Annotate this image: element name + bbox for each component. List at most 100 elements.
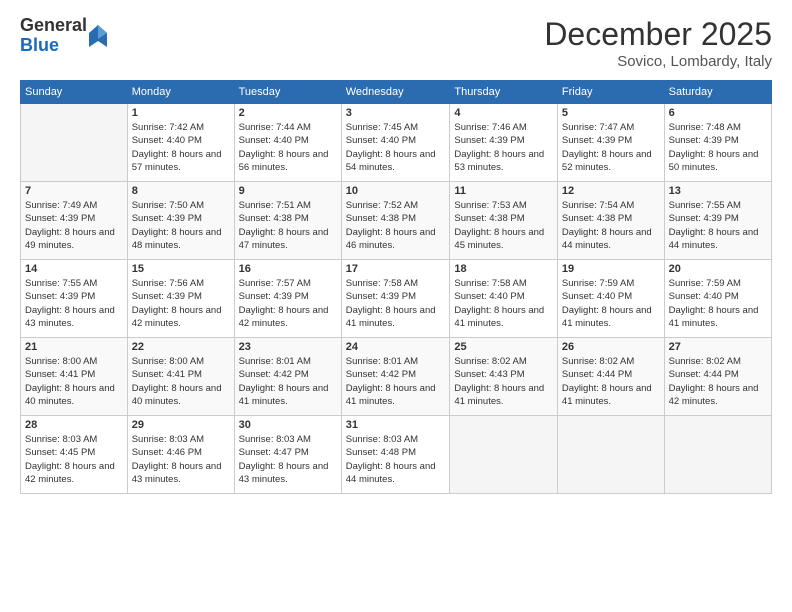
day-number: 23: [239, 341, 337, 353]
calendar-cell: 26Sunrise: 8:02 AMSunset: 4:44 PMDayligh…: [557, 338, 664, 416]
col-sunday: Sunday: [21, 81, 128, 104]
logo: General Blue: [20, 16, 107, 56]
day-info: Sunrise: 7:49 AMSunset: 4:39 PMDaylight:…: [25, 199, 123, 252]
day-number: 10: [346, 185, 446, 197]
day-info: Sunrise: 7:59 AMSunset: 4:40 PMDaylight:…: [562, 277, 660, 330]
day-number: 8: [132, 185, 230, 197]
calendar-cell: 6 Sunrise: 7:48 AMSunset: 4:39 PMDaylight…: [664, 104, 771, 182]
calendar-cell: 11 Sunrise: 7:53 AMSunset: 4:38 PMDayligh…: [450, 182, 558, 260]
calendar-cell: 15 Sunrise: 7:56 AMSunset: 4:39 PMDayligh…: [127, 260, 234, 338]
day-info: Sunrise: 8:03 AMSunset: 4:48 PMDaylight:…: [346, 433, 446, 486]
day-number: 27: [669, 341, 767, 353]
calendar-cell: 9 Sunrise: 7:51 AMSunset: 4:38 PMDaylight…: [234, 182, 341, 260]
calendar-cell: 27Sunrise: 8:02 AMSunset: 4:44 PMDayligh…: [664, 338, 771, 416]
calendar-week-3: 14Sunrise: 7:55 AMSunset: 4:39 PMDayligh…: [21, 260, 772, 338]
day-number: 12: [562, 185, 660, 197]
day-info: Sunrise: 7:51 AMSunset: 4:38 PMDaylight:…: [239, 199, 337, 252]
calendar-cell: [664, 416, 771, 494]
day-number: 9: [239, 185, 337, 197]
day-info: Sunrise: 8:00 AMSunset: 4:41 PMDaylight:…: [25, 355, 123, 408]
calendar-cell: 8 Sunrise: 7:50 AMSunset: 4:39 PMDaylight…: [127, 182, 234, 260]
day-number: 6: [669, 107, 767, 119]
day-info: Sunrise: 7:48 AMSunset: 4:39 PMDaylight:…: [669, 121, 767, 174]
page: General Blue December 2025 Sovico, Lomba…: [0, 0, 792, 612]
header: General Blue December 2025 Sovico, Lomba…: [20, 16, 772, 70]
day-info: Sunrise: 7:56 AMSunset: 4:39 PMDaylight:…: [132, 277, 230, 330]
day-number: 25: [454, 341, 553, 353]
calendar-cell: 31Sunrise: 8:03 AMSunset: 4:48 PMDayligh…: [341, 416, 450, 494]
calendar-cell: 22 Sunrise: 8:00 AMSunset: 4:41 PMDayligh…: [127, 338, 234, 416]
day-number: 16: [239, 263, 337, 275]
calendar-cell: 5Sunrise: 7:47 AMSunset: 4:39 PMDaylight…: [557, 104, 664, 182]
calendar-cell: 14Sunrise: 7:55 AMSunset: 4:39 PMDayligh…: [21, 260, 128, 338]
col-thursday: Thursday: [450, 81, 558, 104]
col-tuesday: Tuesday: [234, 81, 341, 104]
col-wednesday: Wednesday: [341, 81, 450, 104]
calendar-week-1: 1Sunrise: 7:42 AMSunset: 4:40 PMDaylight…: [21, 104, 772, 182]
day-number: 13: [669, 185, 767, 197]
calendar-cell: 19 Sunrise: 7:59 AMSunset: 4:40 PMDayligh…: [557, 260, 664, 338]
day-number: 4: [454, 107, 553, 119]
day-number: 2: [239, 107, 337, 119]
day-number: 18: [454, 263, 553, 275]
day-info: Sunrise: 7:45 AMSunset: 4:40 PMDaylight:…: [346, 121, 446, 174]
calendar-cell: 7 Sunrise: 7:49 AMSunset: 4:39 PMDaylight…: [21, 182, 128, 260]
calendar-cell: 2Sunrise: 7:44 AMSunset: 4:40 PMDaylight…: [234, 104, 341, 182]
day-info: Sunrise: 7:53 AMSunset: 4:38 PMDaylight:…: [454, 199, 553, 252]
day-info: Sunrise: 7:57 AMSunset: 4:39 PMDaylight:…: [239, 277, 337, 330]
calendar-header-row: Sunday Monday Tuesday Wednesday Thursday…: [21, 81, 772, 104]
day-info: Sunrise: 8:02 AMSunset: 4:43 PMDaylight:…: [454, 355, 553, 408]
calendar-cell: 3 Sunrise: 7:45 AMSunset: 4:40 PMDaylight…: [341, 104, 450, 182]
day-info: Sunrise: 7:52 AMSunset: 4:38 PMDaylight:…: [346, 199, 446, 252]
day-info: Sunrise: 7:47 AMSunset: 4:39 PMDaylight:…: [562, 121, 660, 174]
day-number: 19: [562, 263, 660, 275]
calendar-cell: 17Sunrise: 7:58 AMSunset: 4:39 PMDayligh…: [341, 260, 450, 338]
calendar: Sunday Monday Tuesday Wednesday Thursday…: [20, 80, 772, 494]
day-number: 11: [454, 185, 553, 197]
day-number: 21: [25, 341, 123, 353]
day-number: 3: [346, 107, 446, 119]
calendar-week-5: 28 Sunrise: 8:03 AMSunset: 4:45 PMDayligh…: [21, 416, 772, 494]
location: Sovico, Lombardy, Italy: [544, 53, 772, 70]
day-number: 29: [132, 419, 230, 431]
logo-blue: Blue: [20, 35, 59, 55]
day-number: 15: [132, 263, 230, 275]
calendar-week-2: 7 Sunrise: 7:49 AMSunset: 4:39 PMDaylight…: [21, 182, 772, 260]
calendar-cell: [450, 416, 558, 494]
calendar-cell: 10 Sunrise: 7:52 AMSunset: 4:38 PMDayligh…: [341, 182, 450, 260]
calendar-cell: 30 Sunrise: 8:03 AMSunset: 4:47 PMDayligh…: [234, 416, 341, 494]
day-number: 22: [132, 341, 230, 353]
calendar-cell: 28 Sunrise: 8:03 AMSunset: 4:45 PMDayligh…: [21, 416, 128, 494]
month-title: December 2025: [544, 16, 772, 53]
day-info: Sunrise: 7:54 AMSunset: 4:38 PMDaylight:…: [562, 199, 660, 252]
calendar-cell: 21 Sunrise: 8:00 AMSunset: 4:41 PMDayligh…: [21, 338, 128, 416]
day-number: 7: [25, 185, 123, 197]
day-number: 30: [239, 419, 337, 431]
day-info: Sunrise: 8:03 AMSunset: 4:47 PMDaylight:…: [239, 433, 337, 486]
day-info: Sunrise: 8:00 AMSunset: 4:41 PMDaylight:…: [132, 355, 230, 408]
day-info: Sunrise: 7:42 AMSunset: 4:40 PMDaylight:…: [132, 121, 230, 174]
calendar-cell: 16 Sunrise: 7:57 AMSunset: 4:39 PMDayligh…: [234, 260, 341, 338]
day-info: Sunrise: 7:55 AMSunset: 4:39 PMDaylight:…: [669, 199, 767, 252]
calendar-cell: 20Sunrise: 7:59 AMSunset: 4:40 PMDayligh…: [664, 260, 771, 338]
col-monday: Monday: [127, 81, 234, 104]
day-info: Sunrise: 7:55 AMSunset: 4:39 PMDaylight:…: [25, 277, 123, 330]
calendar-cell: 4 Sunrise: 7:46 AMSunset: 4:39 PMDaylight…: [450, 104, 558, 182]
day-info: Sunrise: 7:58 AMSunset: 4:39 PMDaylight:…: [346, 277, 446, 330]
day-info: Sunrise: 7:46 AMSunset: 4:39 PMDaylight:…: [454, 121, 553, 174]
day-info: Sunrise: 8:02 AMSunset: 4:44 PMDaylight:…: [562, 355, 660, 408]
calendar-cell: 13 Sunrise: 7:55 AMSunset: 4:39 PMDayligh…: [664, 182, 771, 260]
day-info: Sunrise: 7:58 AMSunset: 4:40 PMDaylight:…: [454, 277, 553, 330]
calendar-cell: [21, 104, 128, 182]
calendar-cell: [557, 416, 664, 494]
day-number: 28: [25, 419, 123, 431]
day-info: Sunrise: 8:01 AMSunset: 4:42 PMDaylight:…: [239, 355, 337, 408]
day-info: Sunrise: 7:50 AMSunset: 4:39 PMDaylight:…: [132, 199, 230, 252]
logo-icon: [89, 25, 107, 47]
calendar-cell: 23 Sunrise: 8:01 AMSunset: 4:42 PMDayligh…: [234, 338, 341, 416]
day-info: Sunrise: 8:01 AMSunset: 4:42 PMDaylight:…: [346, 355, 446, 408]
calendar-week-4: 21 Sunrise: 8:00 AMSunset: 4:41 PMDayligh…: [21, 338, 772, 416]
day-info: Sunrise: 8:03 AMSunset: 4:45 PMDaylight:…: [25, 433, 123, 486]
col-friday: Friday: [557, 81, 664, 104]
calendar-cell: 25 Sunrise: 8:02 AMSunset: 4:43 PMDayligh…: [450, 338, 558, 416]
